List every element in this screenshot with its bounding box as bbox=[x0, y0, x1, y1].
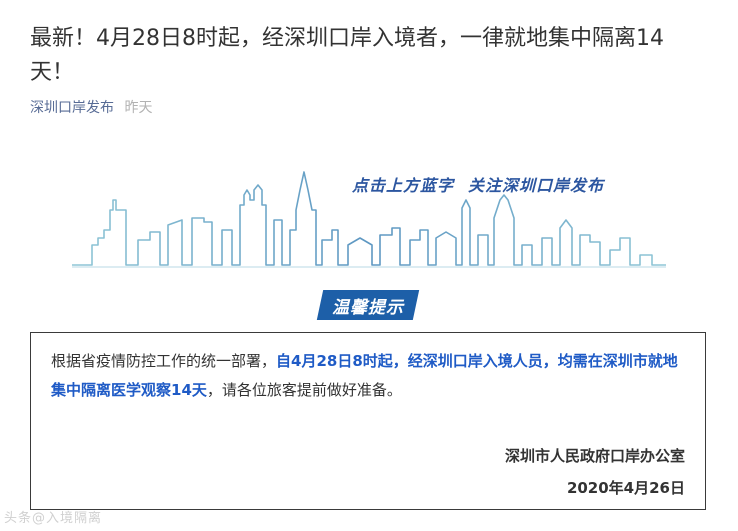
notice-box: 根据省疫情防控工作的统一部署，自4月28日8时起，经深圳口岸入境人员，均需在深圳… bbox=[30, 332, 706, 510]
notice-text-outro: ，请各位旅客提前做好准备。 bbox=[206, 381, 402, 399]
article-meta: 深圳口岸发布 昨天 bbox=[30, 97, 152, 117]
tip-badge-label: 温馨提示 bbox=[332, 297, 404, 318]
slogan-part-1: 点击上方蓝字 bbox=[352, 176, 455, 195]
notice-text-intro: 根据省疫情防控工作的统一部署， bbox=[51, 352, 277, 370]
slogan-part-2: 关注深圳口岸发布 bbox=[468, 176, 605, 195]
warm-tip-badge: 温馨提示 bbox=[316, 290, 420, 320]
follow-slogan: 点击上方蓝字 关注深圳口岸发布 bbox=[352, 172, 604, 196]
notice-issuer: 深圳市人民政府口岸办公室 bbox=[504, 447, 685, 465]
article-title: 最新！4月28日8时起，经深圳口岸入境者，一律就地集中隔离14天！ bbox=[30, 26, 664, 85]
watermark: 头条@入境隔离 bbox=[4, 511, 103, 526]
article-page: 最新！4月28日8时起，经深圳口岸入境者，一律就地集中隔离14天！ 深圳口岸发布… bbox=[0, 0, 738, 531]
notice-date: 2020年4月26日 bbox=[566, 479, 685, 497]
publish-time: 昨天 bbox=[124, 100, 153, 116]
notice-body: 根据省疫情防控工作的统一部署，自4月28日8时起，经深圳口岸入境人员，均需在深圳… bbox=[51, 347, 691, 405]
account-name-link[interactable]: 深圳口岸发布 bbox=[30, 100, 114, 116]
city-skyline-illustration bbox=[72, 171, 666, 268]
